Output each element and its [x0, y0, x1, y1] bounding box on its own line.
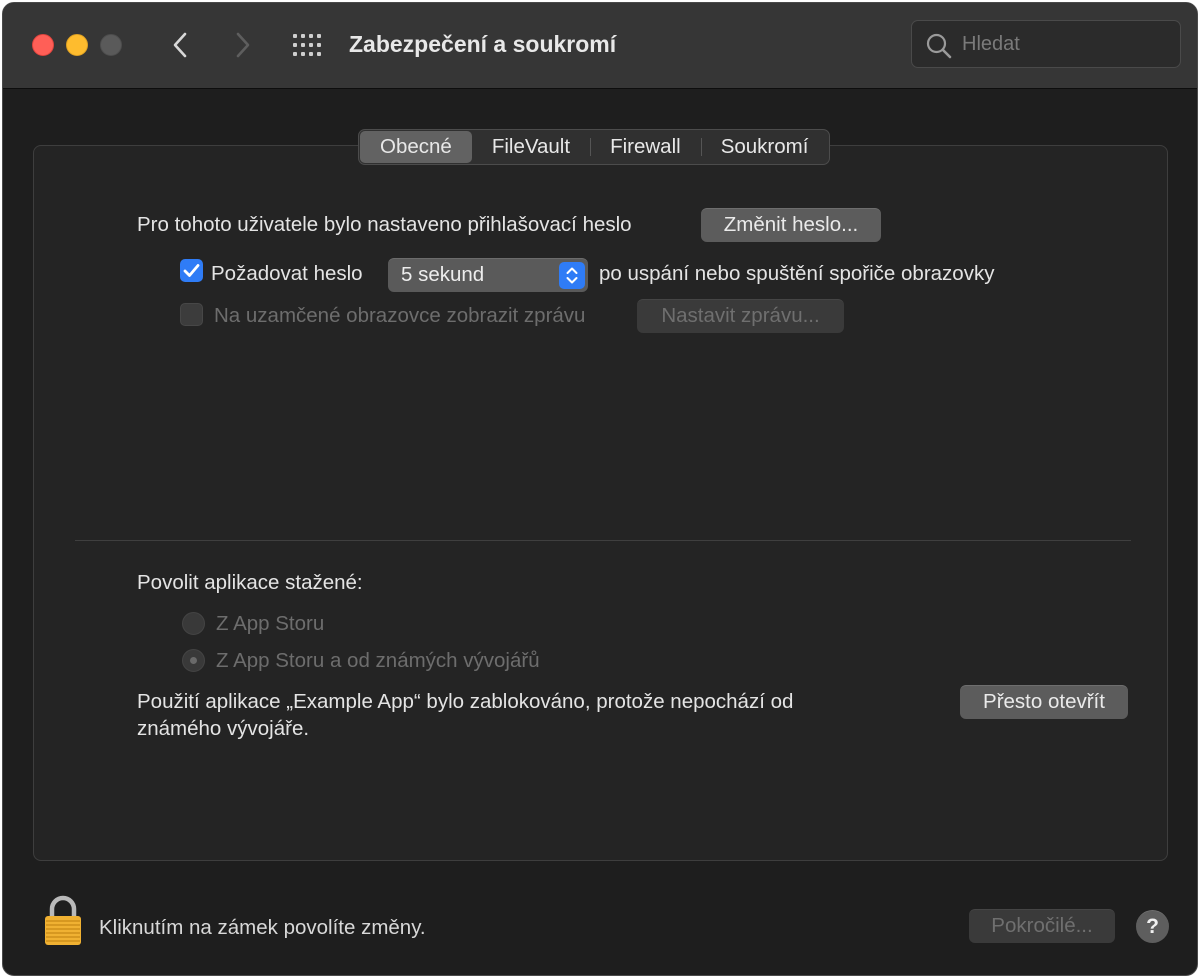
radio-app-store[interactable] — [182, 612, 205, 635]
blocked-app-text-line2: známého vývojáře. — [137, 717, 310, 740]
require-password-label: Požadovat heslo — [211, 262, 363, 285]
search-input[interactable] — [962, 29, 1162, 59]
padlock-icon[interactable] — [43, 895, 83, 947]
lock-message-checkbox[interactable] — [180, 303, 203, 326]
content-panel — [33, 145, 1168, 861]
blocked-app-text-line1: Použití aplikace „Example App“ bylo zabl… — [137, 690, 794, 713]
tab-firewall[interactable]: Firewall — [590, 131, 701, 163]
password-delay-select[interactable]: 5 sekund — [388, 258, 588, 292]
preferences-window: Zabezpečení a soukromí Obecné FileVault … — [2, 2, 1198, 976]
password-set-text: Pro tohoto uživatele bylo nastaveno přih… — [137, 213, 632, 236]
lock-hint-text: Kliknutím na zámek povolíte změny. — [99, 916, 426, 939]
allow-apps-heading: Povolit aplikace stažené: — [137, 571, 363, 594]
radio-app-store-identified[interactable] — [182, 649, 205, 672]
tab-privacy[interactable]: Soukromí — [700, 131, 829, 163]
open-anyway-button[interactable]: Přesto otevřít — [960, 685, 1128, 719]
set-message-button[interactable]: Nastavit zprávu... — [637, 299, 844, 333]
radio-app-store-identified-label: Z App Storu a od známých vývojářů — [216, 649, 540, 672]
updown-arrows-icon — [559, 262, 585, 289]
checkmark-icon — [183, 264, 200, 277]
zoom-button[interactable] — [100, 34, 122, 56]
radio-app-store-label: Z App Storu — [216, 612, 325, 635]
back-chevron-icon[interactable] — [166, 29, 196, 61]
tab-filevault[interactable]: FileVault — [472, 131, 590, 163]
advanced-button[interactable]: Pokročilé... — [969, 909, 1115, 943]
help-button[interactable]: ? — [1136, 910, 1169, 943]
magnifier-icon — [925, 32, 953, 60]
close-button[interactable] — [32, 34, 54, 56]
forward-chevron-icon[interactable] — [228, 29, 258, 61]
tab-bar: Obecné FileVault Firewall Soukromí — [358, 129, 831, 165]
password-delay-value: 5 sekund — [401, 263, 485, 286]
require-password-checkbox[interactable] — [180, 259, 203, 282]
window-title: Zabezpečení a soukromí — [349, 31, 617, 57]
require-password-suffix: po uspání nebo spuštění spořiče obrazovk… — [599, 262, 995, 285]
search-field[interactable] — [911, 20, 1181, 68]
change-password-button[interactable]: Změnit heslo... — [701, 208, 881, 242]
lock-message-label: Na uzamčené obrazovce zobrazit zprávu — [214, 304, 586, 327]
title-bar: Zabezpečení a soukromí — [3, 3, 1197, 89]
minimize-button[interactable] — [66, 34, 88, 56]
show-all-grid-icon[interactable] — [291, 33, 327, 57]
section-divider — [75, 540, 1131, 541]
tab-general[interactable]: Obecné — [360, 131, 472, 163]
